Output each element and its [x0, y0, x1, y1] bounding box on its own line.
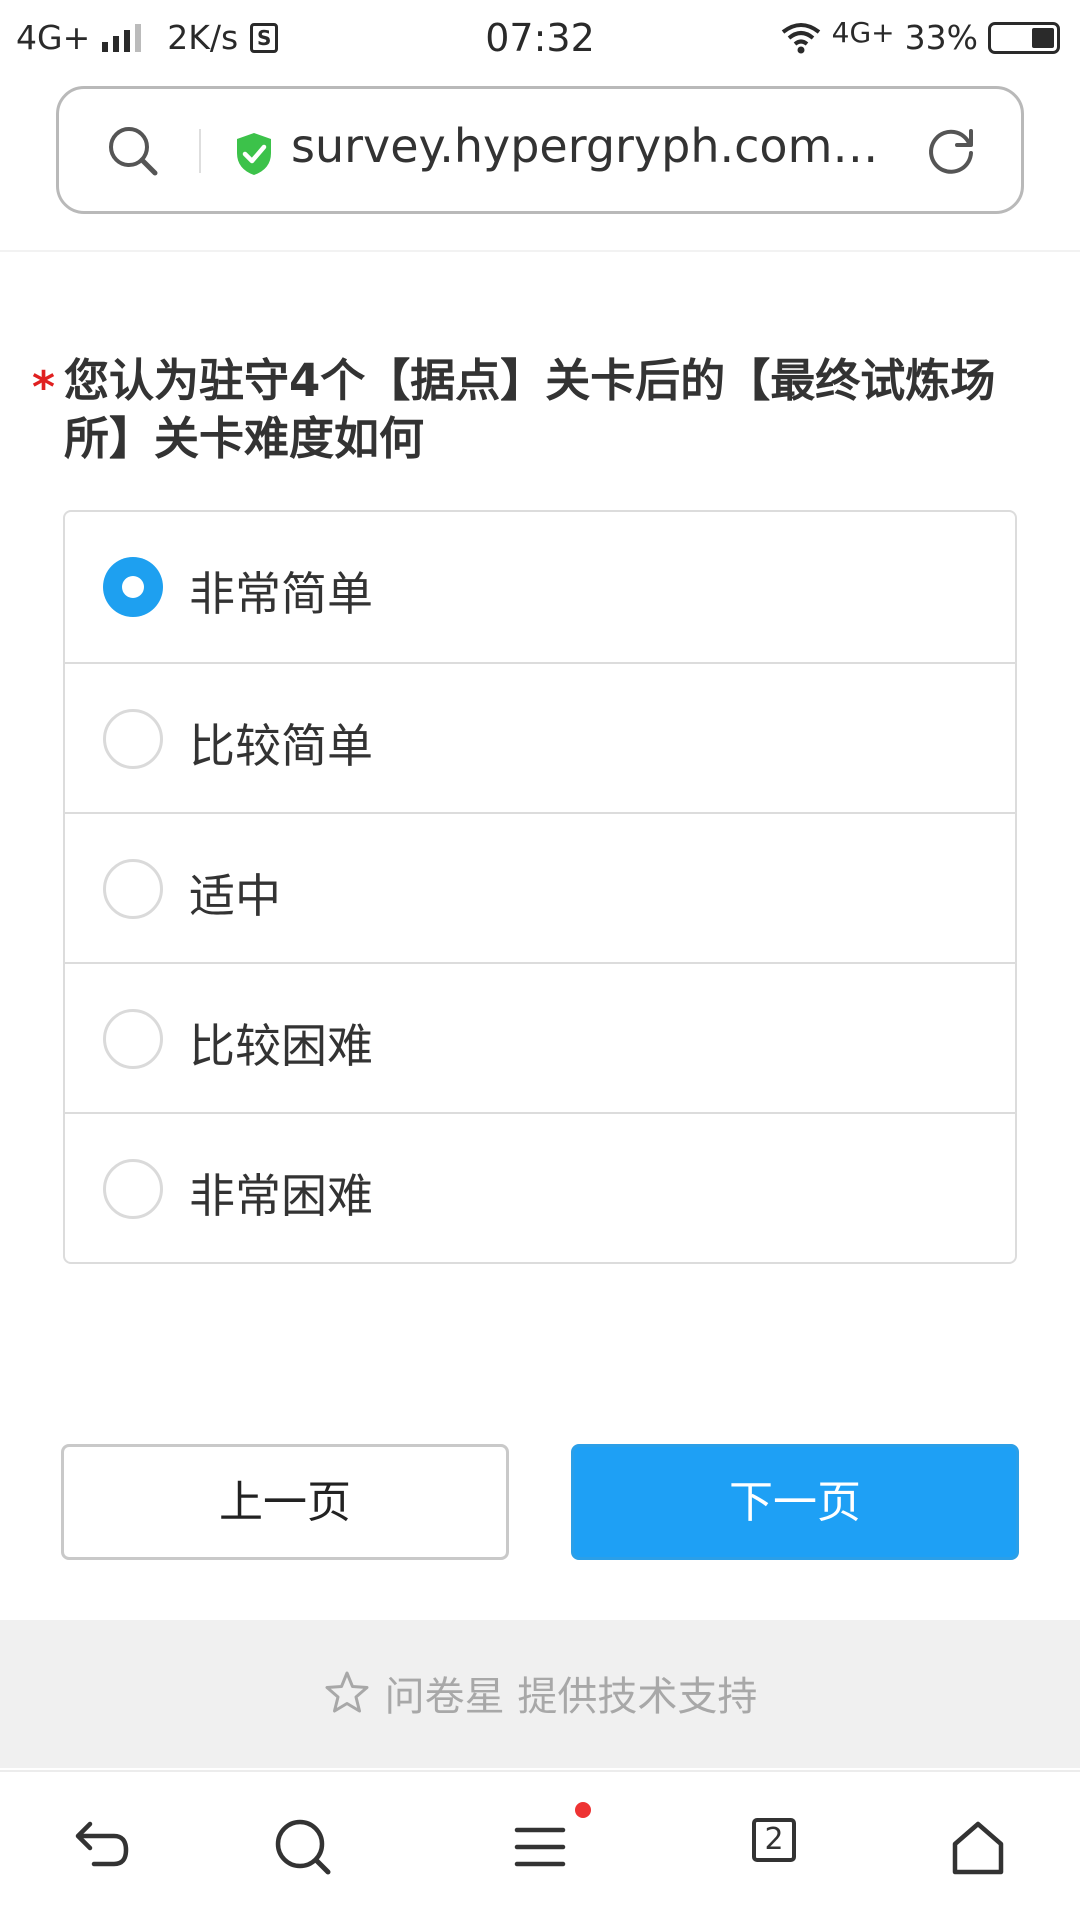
radio-button-checked[interactable]: [103, 557, 163, 617]
search-icon[interactable]: [105, 123, 161, 179]
notification-dot: [575, 1802, 591, 1818]
shield-icon: [237, 133, 271, 175]
status-bar: 4G+ 2K/s S 07:32 4G+ 33%: [0, 0, 1080, 74]
url-divider: [199, 129, 201, 173]
option-label: 适中: [189, 869, 281, 923]
radio-button[interactable]: [103, 1009, 163, 1069]
radio-button[interactable]: [103, 859, 163, 919]
url-text[interactable]: survey.hypergryph.com/v…: [291, 119, 881, 173]
question-title: 您认为驻守4个【据点】关卡后的【最终试炼场所】关卡难度如何: [64, 354, 996, 465]
bottom-nav: [0, 1770, 1080, 1920]
option-list: 非常简单 比较简单 适中 比较困难 非常困难: [63, 510, 1017, 1264]
option-label: 非常困难: [189, 1169, 373, 1223]
star-icon: [325, 1671, 369, 1713]
wifi-icon: [781, 22, 820, 53]
option-item[interactable]: 非常简单: [65, 512, 1015, 662]
next-page-button[interactable]: 下一页: [571, 1444, 1019, 1560]
footer-credit[interactable]: 问卷星 提供技术支持: [0, 1664, 1080, 1722]
tabs-icon[interactable]: 2: [752, 1818, 796, 1862]
battery-percent: 33%: [904, 18, 978, 57]
option-label: 比较困难: [189, 1019, 373, 1073]
footer-text: 问卷星 提供技术支持: [384, 1674, 758, 1720]
reload-icon[interactable]: [923, 123, 979, 179]
option-item[interactable]: 适中: [65, 812, 1015, 962]
radio-button[interactable]: [103, 1159, 163, 1219]
wifi-network-type: 4G+: [831, 16, 895, 49]
prev-page-button[interactable]: 上一页: [61, 1444, 509, 1560]
option-item[interactable]: 比较简单: [65, 662, 1015, 812]
header-divider: [0, 250, 1080, 252]
status-right: 4G+ 33%: [780, 16, 1060, 57]
battery-icon: [988, 21, 1060, 54]
option-label: 比较简单: [189, 719, 373, 773]
menu-icon[interactable]: [505, 1812, 575, 1882]
option-item[interactable]: 非常困难: [65, 1112, 1015, 1262]
search-icon[interactable]: [268, 1812, 338, 1882]
home-icon[interactable]: [943, 1812, 1013, 1882]
required-mark: *: [32, 362, 56, 413]
footer: 问卷星 提供技术支持: [0, 1620, 1080, 1768]
option-label: 非常简单: [189, 567, 373, 621]
option-item[interactable]: 比较困难: [65, 962, 1015, 1112]
back-icon[interactable]: [66, 1812, 136, 1882]
url-bar[interactable]: survey.hypergryph.com/v…: [56, 86, 1024, 214]
radio-button[interactable]: [103, 709, 163, 769]
